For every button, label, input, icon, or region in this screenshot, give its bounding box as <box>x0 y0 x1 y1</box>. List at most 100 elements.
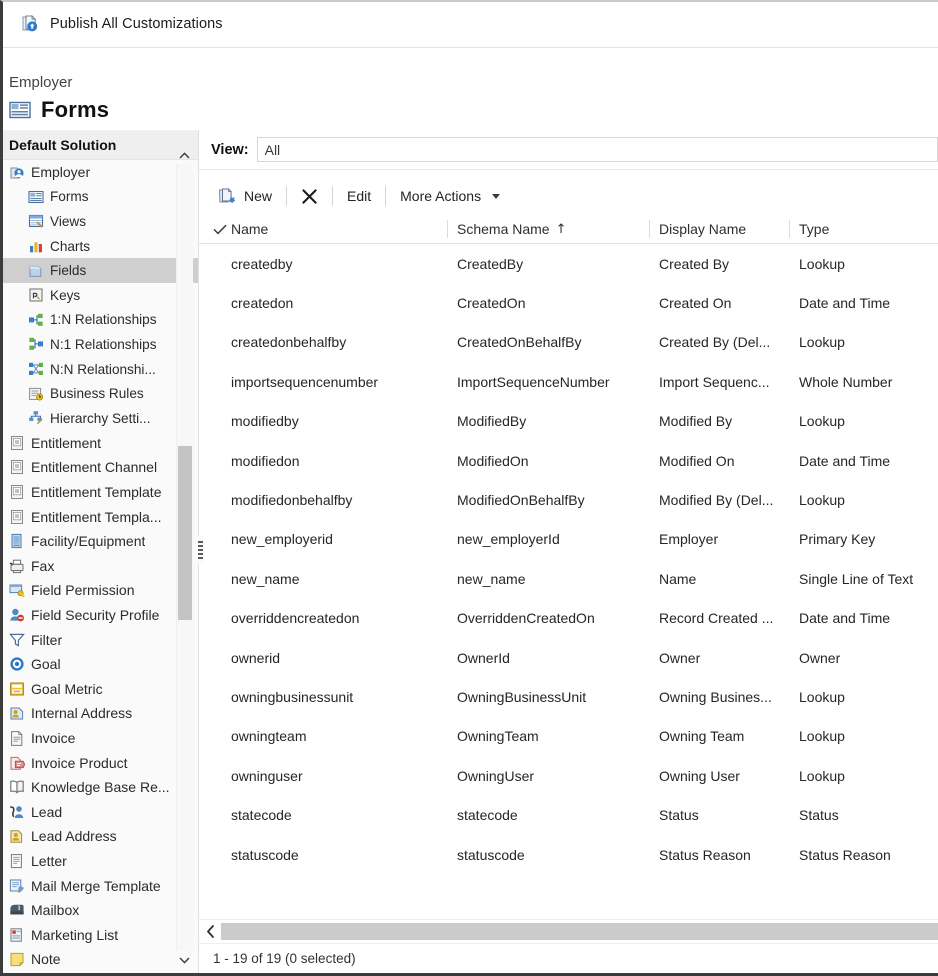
table-row[interactable]: modifiedbyModifiedByModified ByLookup <box>199 402 938 441</box>
sidebar-item-n-1-relationships[interactable]: N:1 Relationships <box>3 332 198 357</box>
sidebar-item-fax[interactable]: Fax <box>3 554 198 579</box>
sidebar-item-lead[interactable]: Lead <box>3 799 198 824</box>
table-row[interactable]: createdonCreatedOnCreated OnDate and Tim… <box>199 283 938 322</box>
table-row[interactable]: owneridOwnerIdOwnerOwner <box>199 638 938 677</box>
cell-name: overriddencreatedon <box>231 599 441 638</box>
cell-type: Lookup <box>799 402 938 441</box>
sidebar-item-label: Entitlement Templa... <box>31 509 161 525</box>
table-row[interactable]: owninguserOwningUserOwning UserLookup <box>199 756 938 795</box>
sidebar-item-charts[interactable]: Charts <box>3 234 198 259</box>
cell-type: Primary Key <box>799 520 938 559</box>
sidebar-item-label: Hierarchy Setti... <box>50 411 150 426</box>
column-header-type[interactable]: Type <box>799 214 938 244</box>
column-header-display[interactable]: Display Name <box>659 214 787 244</box>
more-actions-button[interactable]: More Actions <box>393 185 507 207</box>
sidebar-item-hierarchy-setti[interactable]: Hierarchy Setti... <box>3 406 198 431</box>
table-row[interactable]: new_namenew_nameNameSingle Line of Text <box>199 559 938 598</box>
splitter-dot <box>198 553 203 555</box>
sidebar-item-employer[interactable]: Employer <box>3 160 198 185</box>
sidebar-item-label: Business Rules <box>50 386 144 401</box>
column-header-label: Schema Name <box>457 221 550 237</box>
cell-type: Lookup <box>799 756 938 795</box>
sidebar-item-lead-address[interactable]: Lead Address <box>3 824 198 849</box>
grid-body[interactable]: createdbyCreatedByCreated ByLookupcreate… <box>199 244 938 919</box>
cell-name: modifiedon <box>231 441 441 480</box>
sidebar-item-note[interactable]: Note <box>3 947 198 972</box>
sidebar-item-n-n-relationshi[interactable]: N:N Relationshi... <box>3 357 198 382</box>
sidebar-item-letter[interactable]: Letter <box>3 849 198 874</box>
grid-horizontal-scrollbar[interactable] <box>199 919 938 943</box>
sidebar-item-label: Lead <box>31 804 62 820</box>
sidebar-item-field-security-profile[interactable]: Field Security Profile <box>3 603 198 628</box>
view-selector[interactable]: All <box>257 137 938 162</box>
table-row[interactable]: statecodestatecodeStatusStatus <box>199 795 938 834</box>
column-separator[interactable] <box>649 220 650 238</box>
sidebar-item-business-rules[interactable]: Business Rules <box>3 381 198 406</box>
table-row[interactable]: modifiedonModifiedOnModified OnDate and … <box>199 441 938 480</box>
sidebar-item-field-permission[interactable]: Field Permission <box>3 578 198 603</box>
forms-icon <box>9 101 31 119</box>
sidebar-item-1-n-relationships[interactable]: 1:N Relationships <box>3 308 198 333</box>
column-header-label: Name <box>231 221 268 237</box>
sidebar-item-invoice-product[interactable]: Invoice Product <box>3 750 198 775</box>
sidebar-item-entitlement-channel[interactable]: Entitlement Channel <box>3 455 198 480</box>
table-row[interactable]: createdbyCreatedByCreated ByLookup <box>199 244 938 283</box>
tree-scroll-down-button[interactable] <box>176 951 193 969</box>
sidebar-item-marketing-list[interactable]: Marketing List <box>3 922 198 947</box>
sidebar-item-mailbox[interactable]: Mailbox <box>3 898 198 923</box>
column-header-schema[interactable]: Schema Name↑ <box>457 214 652 244</box>
column-header-name[interactable]: Name <box>231 214 441 244</box>
sidebar-item-filter[interactable]: Filter <box>3 627 198 652</box>
sidebar-item-entitlement[interactable]: Entitlement <box>3 431 198 456</box>
sidebar-item-views[interactable]: Views <box>3 209 198 234</box>
hscroll-track[interactable] <box>221 923 938 940</box>
table-row[interactable]: overriddencreatedonOverriddenCreatedOnRe… <box>199 599 938 638</box>
sidebar-item-forms[interactable]: Forms <box>3 185 198 210</box>
tree-scrollbar[interactable] <box>176 164 193 951</box>
table-row[interactable]: importsequencenumberImportSequenceNumber… <box>199 362 938 401</box>
sidebar-item-entitlement-templa[interactable]: Entitlement Templa... <box>3 504 198 529</box>
cell-display: Name <box>659 559 787 598</box>
cell-type: Date and Time <box>799 599 938 638</box>
field-permission-icon <box>9 582 25 598</box>
cell-name: owningbusinessunit <box>231 677 441 716</box>
sidebar-item-label: Facility/Equipment <box>31 533 145 549</box>
sidebar-item-goal-metric[interactable]: Goal Metric <box>3 676 198 701</box>
table-row[interactable]: createdonbehalfbyCreatedOnBehalfByCreate… <box>199 323 938 362</box>
sidebar-item-goal[interactable]: Goal <box>3 652 198 677</box>
cell-type: Lookup <box>799 323 938 362</box>
sidebar-item-invoice[interactable]: Invoice <box>3 726 198 751</box>
delete-button[interactable] <box>294 185 325 208</box>
tree-scroll-up-button[interactable] <box>176 146 193 164</box>
panel-splitter-handle[interactable] <box>196 536 204 564</box>
chevron-down-icon <box>492 194 500 199</box>
column-separator[interactable] <box>789 220 790 238</box>
sidebar-item-keys[interactable]: Keys <box>3 283 198 308</box>
table-row[interactable]: statuscodestatuscodeStatus ReasonStatus … <box>199 835 938 874</box>
new-record-icon <box>218 188 237 205</box>
cell-display: Owning Team <box>659 717 787 756</box>
sidebar-item-knowledge-base-re[interactable]: Knowledge Base Re... <box>3 775 198 800</box>
cell-type: Whole Number <box>799 362 938 401</box>
sidebar-item-fields[interactable]: Fields <box>3 258 198 283</box>
sidebar-item-mail-merge-template[interactable]: Mail Merge Template <box>3 873 198 898</box>
table-row[interactable]: new_employeridnew_employerIdEmployerPrim… <box>199 520 938 559</box>
table-row[interactable]: owningbusinessunitOwningBusinessUnitOwni… <box>199 677 938 716</box>
new-button[interactable]: New <box>211 185 279 208</box>
hscroll-left-button[interactable] <box>199 921 221 943</box>
sidebar-item-facility-equipment[interactable]: Facility/Equipment <box>3 529 198 554</box>
table-row[interactable]: owningteamOwningTeamOwning TeamLookup <box>199 717 938 756</box>
publish-all-customizations-button[interactable]: Publish All Customizations <box>17 12 227 36</box>
column-separator[interactable] <box>447 220 448 238</box>
view-selector-value: All <box>265 142 281 158</box>
table-row[interactable]: modifiedonbehalfbyModifiedOnBehalfByModi… <box>199 480 938 519</box>
sidebar-item-internal-address[interactable]: Internal Address <box>3 701 198 726</box>
mail-merge-template-icon <box>9 878 25 894</box>
cell-schema: ImportSequenceNumber <box>457 362 652 401</box>
sidebar-item-entitlement-template[interactable]: Entitlement Template <box>3 480 198 505</box>
tree-scrollbar-thumb[interactable] <box>178 446 192 620</box>
entity-tree[interactable]: EmployerFormsViewsChartsFieldsKeys1:N Re… <box>3 160 198 973</box>
cell-name: statecode <box>231 795 441 834</box>
select-all-checkbox[interactable] <box>213 214 227 244</box>
edit-button[interactable]: Edit <box>340 185 378 207</box>
